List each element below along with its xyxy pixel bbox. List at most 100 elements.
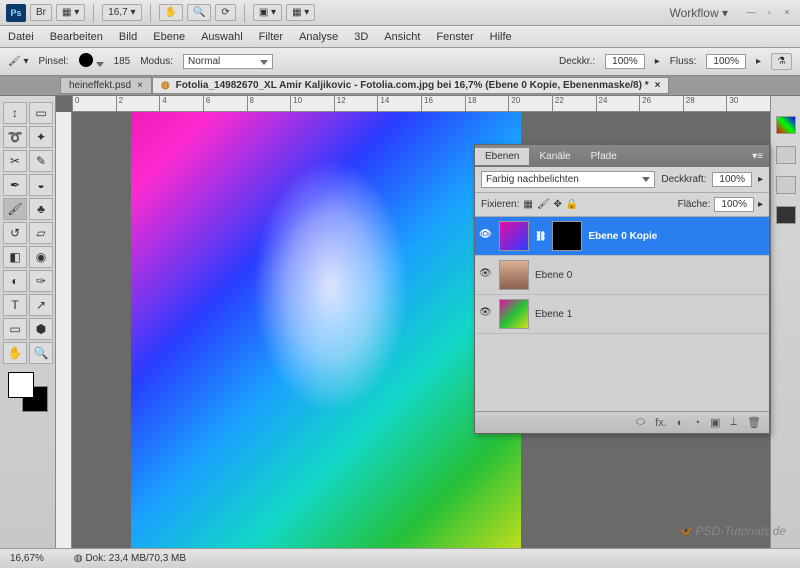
eraser-tool[interactable]: ▱ — [29, 222, 53, 244]
document-info[interactable]: ◍ Dok: 23,4 MB/70,3 MB — [74, 553, 186, 564]
wand-tool[interactable]: ✦ — [29, 126, 53, 148]
layer-mask-thumbnail[interactable] — [552, 221, 582, 251]
tab-close-icon[interactable]: × — [655, 80, 661, 91]
menu-bild[interactable]: Bild — [119, 31, 137, 43]
layer-name[interactable]: Ebene 0 — [535, 270, 572, 281]
adjustment-icon[interactable]: ◔ — [693, 417, 700, 429]
menu-datei[interactable]: Datei — [8, 31, 34, 43]
opacity-input[interactable]: 100% — [605, 54, 645, 69]
heal-tool[interactable]: ◒ — [29, 174, 53, 196]
dock-color-icon[interactable] — [776, 116, 796, 134]
delete-layer-icon[interactable]: 🗑 — [747, 416, 761, 429]
type-tool[interactable]: T — [3, 294, 27, 316]
zoom-icon[interactable]: 🔍 — [187, 4, 211, 21]
menu-3d[interactable]: 3D — [354, 31, 368, 43]
lock-all-icon[interactable]: 🔒 — [566, 199, 578, 210]
statusbar: 16,67% ◍ Dok: 23,4 MB/70,3 MB — [0, 548, 800, 568]
screen-mode-icon[interactable]: ▣ ▾ — [253, 4, 282, 21]
dock-styles-icon[interactable] — [776, 176, 796, 194]
lock-transparency-icon[interactable]: ▦ — [523, 199, 532, 210]
dock-adjustments-icon[interactable] — [776, 206, 796, 224]
layer-row[interactable]: 👁 Ebene 1 — [475, 295, 769, 334]
layer-opacity-input[interactable]: 100% — [712, 172, 752, 187]
visibility-icon[interactable]: 👁 — [479, 229, 493, 243]
menu-bearbeiten[interactable]: Bearbeiten — [50, 31, 103, 43]
slice-tool[interactable]: ✎ — [29, 150, 53, 172]
tab-pfade[interactable]: Pfade — [581, 148, 627, 165]
foreground-swatch[interactable] — [8, 372, 34, 398]
bridge-button[interactable]: Br — [30, 4, 52, 21]
new-layer-icon[interactable]: ⟘ — [731, 416, 738, 429]
document-canvas[interactable] — [131, 112, 521, 548]
blur-tool[interactable]: ◉ — [29, 246, 53, 268]
3d-tool[interactable]: ⬢ — [29, 318, 53, 340]
layer-name[interactable]: Ebene 1 — [535, 309, 572, 320]
history-brush-tool[interactable]: ↺ — [3, 222, 27, 244]
workspace-selector[interactable]: Workflow ▾ — [670, 6, 728, 20]
menu-filter[interactable]: Filter — [259, 31, 283, 43]
zoom-tool[interactable]: 🔍 — [29, 342, 53, 364]
panel-menu-icon[interactable]: ▾≡ — [752, 151, 763, 162]
flow-label: Fluss: — [670, 56, 697, 67]
rotate-icon[interactable]: ⟳ — [215, 4, 235, 21]
flow-input[interactable]: 100% — [706, 54, 746, 69]
selection-tool[interactable]: ▭ — [29, 102, 53, 124]
menu-analyse[interactable]: Analyse — [299, 31, 338, 43]
layer-thumbnail[interactable] — [499, 260, 529, 290]
lock-position-icon[interactable]: ✥ — [554, 199, 562, 210]
zoom-percentage[interactable]: 16,67% — [10, 553, 44, 564]
layer-thumbnail[interactable] — [499, 299, 529, 329]
move-tool[interactable]: ↕ — [3, 102, 27, 124]
layers-panel[interactable]: Ebenen Kanäle Pfade ▾≡ Farbig nachbelich… — [474, 144, 770, 434]
fx-icon[interactable]: fx. — [655, 417, 667, 429]
tab-close-icon[interactable]: × — [137, 80, 143, 91]
zoom-level[interactable]: 16,7 ▾ — [102, 4, 141, 21]
hand-icon[interactable]: ✋ — [159, 4, 183, 21]
blend-mode-select[interactable]: Normal — [183, 54, 273, 69]
lock-pixels-icon[interactable]: 🖌 — [537, 199, 550, 210]
mask-link-icon[interactable]: ⛓ — [535, 231, 546, 242]
pen-tool[interactable]: ✑ — [29, 270, 53, 292]
brush-tool[interactable]: 🖌 — [3, 198, 27, 220]
layer-blend-select[interactable]: Farbig nachbelichten — [481, 171, 655, 188]
path-tool[interactable]: ↗ — [29, 294, 53, 316]
dodge-tool[interactable]: ◐ — [3, 270, 27, 292]
arrange-icon[interactable]: ▦ ▾ — [286, 4, 315, 21]
layer-fill-input[interactable]: 100% — [714, 197, 754, 212]
maximize-icon[interactable]: ▫ — [762, 7, 776, 19]
layer-row[interactable]: 👁 Ebene 0 — [475, 256, 769, 295]
file-tab-active[interactable]: ◍ Fotolia_14982670_XL Amir Kaljikovic - … — [152, 77, 670, 94]
layer-thumbnail[interactable] — [499, 221, 529, 251]
visibility-icon[interactable]: 👁 — [479, 307, 493, 321]
menu-auswahl[interactable]: Auswahl — [201, 31, 243, 43]
layer-row[interactable]: 👁 ⛓ Ebene 0 Kopie — [475, 217, 769, 256]
shape-tool[interactable]: ▭ — [3, 318, 27, 340]
brush-label: Pinsel: — [39, 56, 69, 67]
mask-icon[interactable]: ◐ — [677, 417, 684, 429]
menu-ebene[interactable]: Ebene — [153, 31, 185, 43]
stamp-tool[interactable]: ♣ — [29, 198, 53, 220]
group-icon[interactable]: ▣ — [710, 416, 720, 429]
menu-ansicht[interactable]: Ansicht — [384, 31, 420, 43]
brush-tool-icon[interactable]: 🖌 ▾ — [8, 56, 29, 67]
menu-fenster[interactable]: Fenster — [436, 31, 473, 43]
gradient-tool[interactable]: ◧ — [3, 246, 27, 268]
visibility-icon[interactable]: 👁 — [479, 268, 493, 282]
eyedropper-tool[interactable]: ✒ — [3, 174, 27, 196]
file-tab[interactable]: heineffekt.psd × — [60, 77, 152, 94]
film-button[interactable]: ▦ ▾ — [56, 4, 85, 21]
link-layers-icon[interactable]: ⬭ — [636, 416, 645, 429]
hand-tool[interactable]: ✋ — [3, 342, 27, 364]
minimize-icon[interactable]: — — [744, 7, 758, 19]
close-icon[interactable]: × — [780, 7, 794, 19]
crop-tool[interactable]: ✂ — [3, 150, 27, 172]
tab-kanaele[interactable]: Kanäle — [529, 148, 580, 165]
tab-ebenen[interactable]: Ebenen — [475, 148, 529, 165]
lasso-tool[interactable]: ➰ — [3, 126, 27, 148]
menu-hilfe[interactable]: Hilfe — [490, 31, 512, 43]
airbrush-icon[interactable]: ⚗ — [771, 53, 792, 70]
brush-preset[interactable] — [79, 53, 104, 70]
color-swatches[interactable] — [8, 372, 48, 412]
dock-swatches-icon[interactable] — [776, 146, 796, 164]
layer-name[interactable]: Ebene 0 Kopie — [588, 231, 657, 242]
